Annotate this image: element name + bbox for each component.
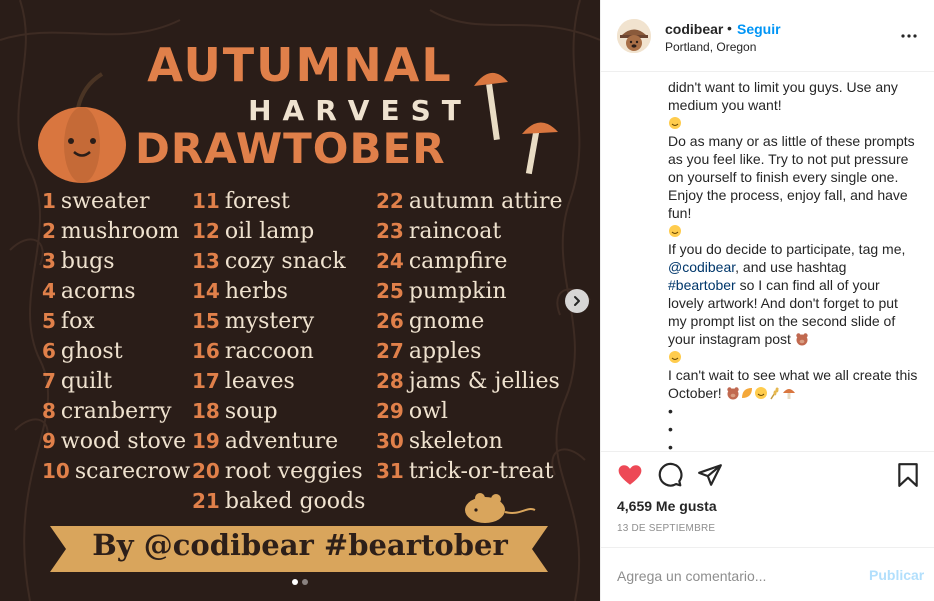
prompt-item: 16 raccoon: [192, 339, 314, 364]
prompt-item: 4 acorns: [42, 279, 136, 304]
more-options-button[interactable]: [897, 28, 921, 44]
prompt-item: 25 pumpkin: [376, 279, 507, 304]
leaf-emoji-icon: [741, 388, 752, 398]
prompt-item: 31 trick-or-treat: [376, 459, 554, 484]
prompt-item: 13 cozy snack: [192, 249, 346, 274]
actions-divider: [601, 451, 934, 452]
caption-emoji-line: [668, 222, 918, 240]
caption-paragraph: Do as many or as little of these prompts…: [668, 133, 915, 221]
caption-emoji-line: [668, 114, 918, 132]
like-button[interactable]: [617, 462, 643, 488]
save-button[interactable]: [895, 462, 921, 488]
avatar[interactable]: [617, 19, 651, 53]
like-count[interactable]: 4,659 Me gusta: [617, 498, 717, 514]
chevron-right-icon: [574, 296, 580, 306]
caption-paragraph: didn't want to limit you guys. Use any m…: [668, 79, 898, 113]
prompt-item: 3 bugs: [42, 249, 115, 274]
prompt-item: 17 leaves: [192, 369, 295, 394]
mushroom-emoji-icon: [782, 389, 795, 399]
bear-emoji-icon: [726, 387, 739, 400]
hashtag-link[interactable]: #beartober: [668, 277, 736, 293]
smile-emoji-icon: [754, 387, 767, 399]
bear-emoji-icon: [796, 333, 808, 346]
prompt-item: 24 campfire: [376, 249, 508, 274]
prompt-item: 5 fox: [42, 309, 95, 334]
caption-bullet: •: [668, 403, 673, 419]
prompt-item: 12 oil lamp: [192, 219, 315, 244]
caption-bullet: •: [668, 439, 673, 451]
caption-emoji-line: [668, 348, 918, 366]
post-date[interactable]: 13 DE SEPTIEMBRE: [617, 523, 715, 534]
prompt-item: 21 baked goods: [192, 489, 366, 514]
prompt-item: 18 soup: [192, 399, 278, 424]
post-details-panel: codibear • Seguir Portland, Oregon didn'…: [600, 0, 934, 601]
carousel-dot-active: [292, 579, 298, 585]
follow-button[interactable]: Seguir: [737, 21, 781, 37]
prompt-item: 2 mushroom: [42, 219, 180, 244]
instagram-post: AUTUMNAL HARVEST DRAWTOBER 1 sweater 2 mus…: [0, 0, 934, 601]
caption-paragraph: If you do decide to participate, tag me,…: [668, 241, 906, 347]
post-header: codibear • Seguir Portland, Oregon: [601, 0, 934, 72]
prompt-item: 7 quilt: [42, 369, 113, 394]
prompt-item: 10 scarecrow: [42, 459, 191, 484]
artwork-title-drawtober: DRAWTOBER: [135, 124, 446, 173]
artwork-title-autumnal: AUTUMNAL: [147, 38, 453, 92]
prompt-item: 6 ghost: [42, 339, 123, 364]
bear-avatar-icon: [617, 19, 651, 53]
prompt-item: 23 raincoat: [376, 219, 502, 244]
caption-paragraph: I can't wait to see what we all create t…: [668, 367, 918, 401]
comment-bar: Publicar: [601, 547, 934, 601]
comment-button[interactable]: [657, 462, 683, 488]
prompt-column-3: 22 autumn attire 23 raincoat 24 campfire 25…: [376, 186, 563, 486]
prompt-item: 22 autumn attire: [376, 189, 563, 214]
smile-emoji-icon: [669, 351, 681, 363]
prompt-item: 15 mystery: [192, 309, 315, 334]
post-comment-button[interactable]: Publicar: [869, 567, 924, 583]
carousel-next-button[interactable]: [565, 289, 589, 313]
prompt-item: 19 adventure: [192, 429, 339, 454]
location-link[interactable]: Portland, Oregon: [665, 40, 756, 54]
prompt-item: 20 root veggies: [192, 459, 363, 484]
username-link[interactable]: codibear: [665, 21, 723, 37]
wheat-emoji-icon: [769, 387, 779, 400]
post-image[interactable]: AUTUMNAL HARVEST DRAWTOBER 1 sweater 2 mus…: [0, 0, 600, 601]
caption-area: didn't want to limit you guys. Use any m…: [601, 73, 934, 451]
carousel-dot: [302, 579, 308, 585]
more-horizontal-icon: [901, 34, 917, 38]
artwork-title-harvest: HARVEST: [248, 94, 472, 127]
carousel-indicator: [0, 579, 600, 585]
prompt-column-2: 11 forest 12 oil lamp 13 cozy snack 14 herbs…: [192, 186, 365, 516]
bookmark-icon: [898, 463, 918, 487]
heart-icon: [618, 465, 642, 485]
caption-text: didn't want to limit you guys. Use any m…: [668, 78, 918, 451]
prompt-item: 29 owl: [376, 399, 448, 424]
smile-emoji-icon: [669, 117, 681, 129]
caption-bullet: •: [668, 421, 673, 437]
smile-emoji-icon: [669, 225, 681, 237]
prompt-column-1: 1 sweater 2 mushroom 3 bugs 4 acorns 5 fox 6g…: [42, 186, 190, 486]
prompt-item: 28 jams & jellies: [376, 369, 560, 394]
header-separator: •: [727, 20, 732, 36]
share-button[interactable]: [697, 462, 723, 488]
prompt-item: 1 sweater: [42, 189, 150, 214]
prompt-item: 26 gnome: [376, 309, 485, 334]
prompt-item: 9 wood stove: [42, 429, 187, 454]
prompt-item: 30 skeleton: [376, 429, 503, 454]
prompt-item: 14 herbs: [192, 279, 288, 304]
prompt-item: 11 forest: [192, 189, 290, 214]
comment-input[interactable]: [617, 566, 847, 586]
comment-icon: [658, 462, 683, 487]
prompt-item: 27 apples: [376, 339, 482, 364]
artwork-banner-text: By @codibear #beartober: [92, 528, 508, 562]
send-icon: [698, 464, 722, 486]
prompt-item: 8 cranberry: [42, 399, 172, 424]
mention-link[interactable]: @codibear: [668, 259, 735, 275]
